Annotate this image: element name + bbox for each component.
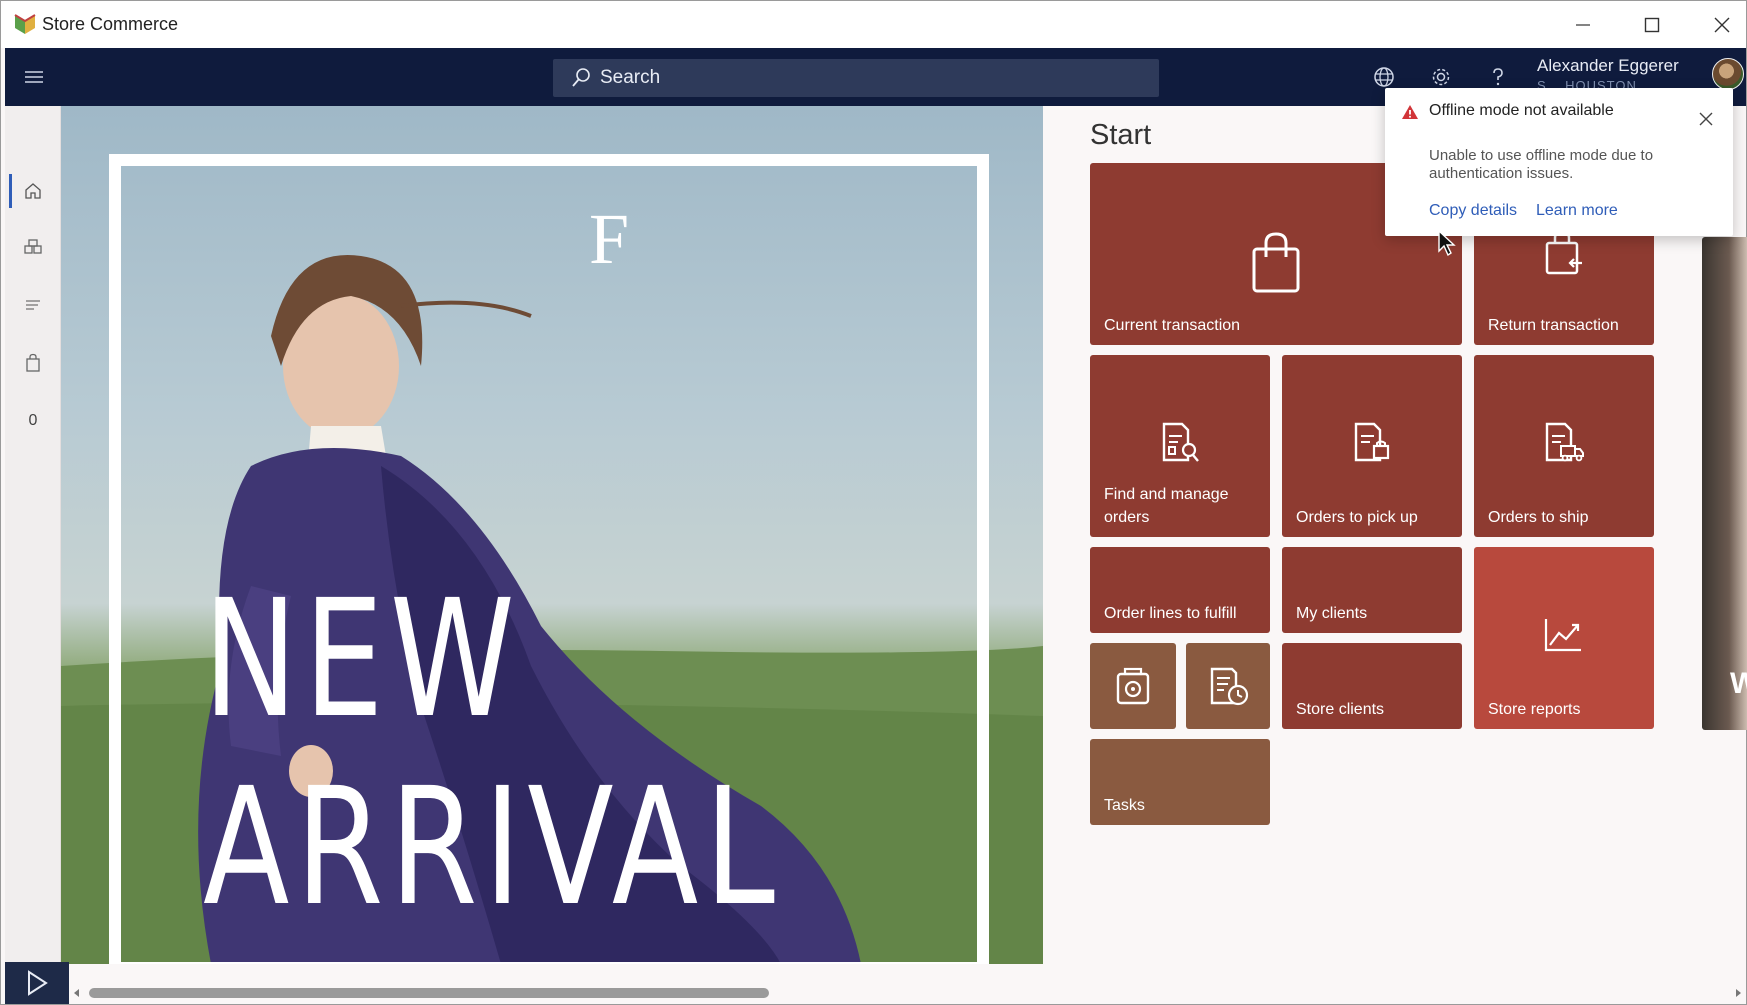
user-name[interactable]: Alexander Eggerer [1537,56,1679,76]
tile-label: Current transaction [1104,317,1241,334]
rail-item-cart[interactable] [5,340,61,386]
search-icon [572,68,590,87]
next-panel-letter: W [1730,667,1747,700]
tile-my-clients[interactable]: My clients [1282,547,1462,633]
rail-item-list[interactable] [5,282,61,328]
tile-label: Store reports [1488,701,1581,718]
hero-headline: NEW ARRIVAL [203,566,782,942]
globe-icon [1374,67,1394,87]
timeclock-icon [1210,667,1249,706]
learn-more-link[interactable]: Learn more [1536,202,1618,220]
warning-icon [1402,105,1418,119]
notification-close-button[interactable] [1693,106,1719,132]
rail-cart-count[interactable]: 0 [5,398,61,444]
scroll-right-arrow-icon[interactable] [1732,987,1744,999]
start-heading: Start [1090,119,1152,151]
find-order-icon [1162,422,1199,462]
cart-count: 0 [28,412,38,429]
pickup-order-icon [1354,422,1390,462]
mouse-cursor-icon [1438,229,1456,257]
products-icon [24,239,42,254]
close-icon [1699,112,1713,126]
tile-orders-to-ship[interactable]: Orders to ship [1474,355,1654,537]
hero-banner-image: F NEW ARRIVAL [61,106,1043,964]
rail-item-products[interactable] [5,224,61,270]
minimize-button[interactable] [1558,9,1608,41]
hamburger-menu-icon[interactable] [19,66,49,88]
register-icon [1116,667,1150,705]
shopping-bag-icon [1252,232,1300,293]
avatar[interactable] [1712,58,1744,90]
left-rail: 0 [5,106,61,964]
shopping-bag-icon [26,353,40,372]
tile-label: Return transaction [1488,317,1619,334]
notification-title: Offline mode not available [1429,102,1614,119]
tile-label: Find and manage orders [1104,486,1229,526]
tile-label: Orders to ship [1488,509,1589,526]
help-icon [1493,68,1503,86]
tile-orders-to-pick-up[interactable]: Orders to pick up [1282,355,1462,537]
title-bar: Store Commerce [1,1,1746,48]
play-button[interactable] [5,962,69,1004]
horizontal-scrollbar[interactable] [71,987,1746,999]
tile-tasks[interactable]: Tasks [1090,739,1270,825]
tile-label: My clients [1296,605,1368,622]
tile-order-lines-to-fulfill[interactable]: Order lines to fulfill [1090,547,1270,633]
tile-label: Store clients [1296,701,1385,718]
ship-order-icon [1545,422,1584,462]
offline-mode-notification: Offline mode not available Unable to use… [1385,88,1733,236]
scroll-left-arrow-icon[interactable] [71,987,83,999]
rail-item-home[interactable] [5,168,61,214]
tile-label: Order lines to fulfill [1104,605,1237,622]
tile-store-clients[interactable]: Store clients [1282,643,1462,729]
scrollbar-thumb[interactable] [89,988,769,998]
minimize-icon [1576,24,1590,26]
gear-icon [1432,68,1450,86]
window-title: Store Commerce [42,14,179,34]
close-window-button[interactable] [1697,9,1747,41]
play-icon [28,970,48,996]
copy-details-link[interactable]: Copy details [1429,202,1517,220]
next-panel-image: W [1702,237,1747,730]
tile-register[interactable] [1090,643,1176,729]
notification-message: Unable to use offline mode due to authen… [1429,147,1654,182]
maximize-button[interactable] [1627,9,1677,41]
tile-label: Orders to pick up [1296,509,1418,526]
maximize-icon [1644,17,1660,33]
tile-store-reports[interactable]: Store reports [1474,547,1654,729]
list-icon [26,300,40,310]
app-window: Store Commerce Search Alexander Eggerer … [0,0,1747,1005]
chart-icon [1544,619,1581,652]
search-placeholder: Search [600,67,661,88]
close-icon [1714,17,1730,33]
tile-time-clock[interactable] [1186,643,1270,729]
tile-label: Tasks [1104,797,1145,814]
home-icon [25,183,41,199]
help-button[interactable] [1483,63,1513,91]
tile-find-and-manage-orders[interactable]: Find and manage orders [1090,355,1270,537]
settings-button[interactable] [1426,63,1456,91]
globe-button[interactable] [1369,63,1399,91]
store-commerce-logo-icon [14,14,36,34]
return-bag-icon [1545,230,1582,275]
search-input[interactable]: Search [553,59,1159,97]
brand-logo: F [589,199,630,279]
